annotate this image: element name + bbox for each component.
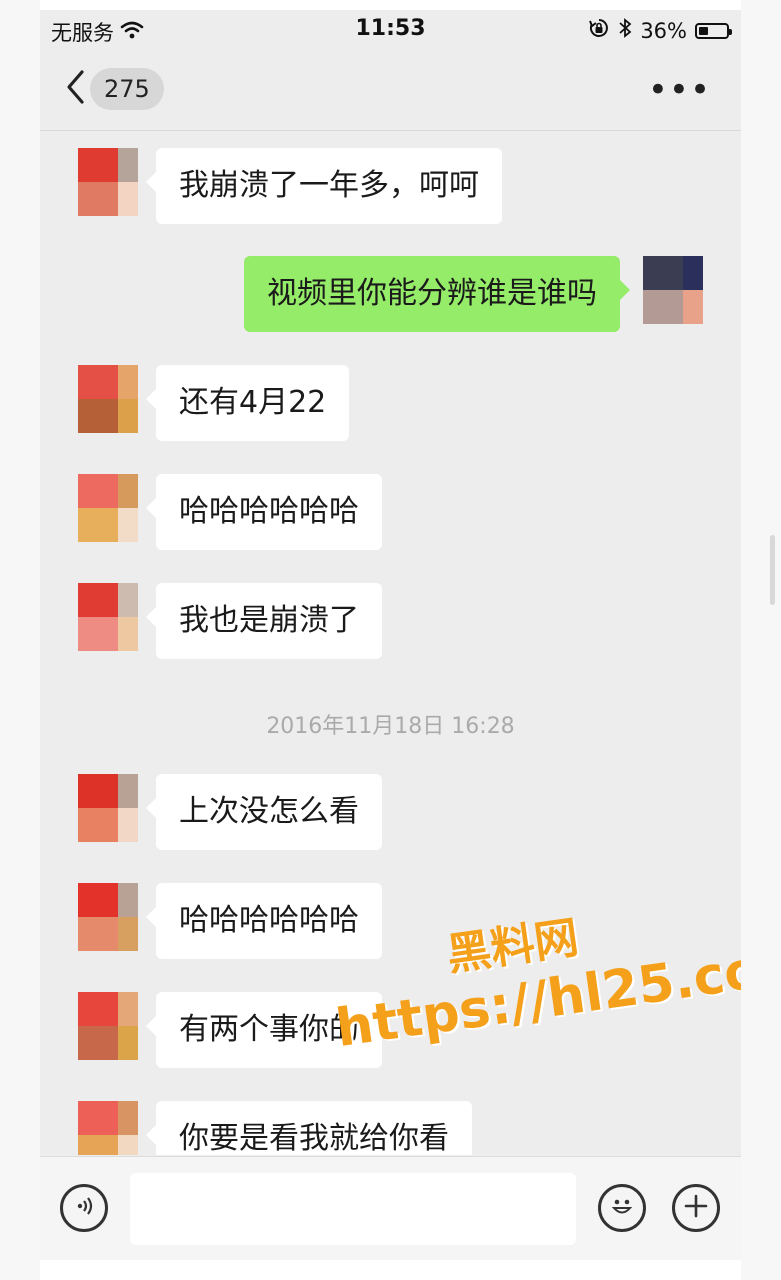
- screenshot-margin-left: [0, 0, 40, 1280]
- voice-icon: [71, 1193, 97, 1223]
- more-options-button[interactable]: •••: [648, 70, 711, 110]
- incoming-message-bubble[interactable]: 有两个事你的: [146, 992, 382, 1068]
- outgoing-message-bubble[interactable]: 视频里你能分辨谁是谁吗: [244, 256, 630, 332]
- incoming-message-bubble[interactable]: 哈哈哈哈哈哈: [146, 474, 382, 550]
- nav-bar: 275 •••: [40, 50, 741, 131]
- chevron-left-icon: [64, 68, 86, 110]
- emoji-button[interactable]: [598, 1184, 646, 1232]
- contact-avatar[interactable]: [78, 883, 138, 951]
- contact-avatar[interactable]: [78, 148, 138, 216]
- battery-icon: [695, 22, 732, 39]
- incoming-message-bubble[interactable]: 还有4月22: [145, 365, 350, 441]
- chat-screen: 无服务 11:53 36% 275 ••• 我崩溃了一年多，呵呵 视频里你能分辨…: [40, 10, 741, 1260]
- watermark: 黑料网 https://hl25.co: [323, 877, 741, 1059]
- battery-percentage: 36%: [640, 18, 687, 43]
- scroll-indicator: [770, 535, 775, 605]
- watermark-url: https://hl25.co: [332, 940, 741, 1060]
- battery-fill: [699, 26, 708, 35]
- battery-nub: [729, 28, 732, 35]
- message-timestamp: 2016年11月18日 16:28: [266, 714, 515, 739]
- status-right: 36%: [588, 17, 732, 44]
- incoming-message-bubble[interactable]: 哈哈哈哈哈哈: [146, 883, 382, 959]
- screenshot-margin-right: [741, 0, 781, 1280]
- bluetooth-icon: [618, 17, 632, 44]
- contact-avatar[interactable]: [78, 992, 138, 1060]
- message-input[interactable]: [130, 1173, 576, 1245]
- rotation-lock-icon: [588, 17, 610, 44]
- incoming-message-bubble[interactable]: 上次没怎么看: [146, 774, 382, 850]
- contact-avatar[interactable]: [78, 583, 138, 651]
- watermark-title: 黑料网: [443, 912, 582, 982]
- contact-avatar[interactable]: [78, 474, 138, 542]
- contact-avatar[interactable]: [78, 365, 138, 433]
- input-bar: [40, 1156, 741, 1260]
- voice-input-button[interactable]: [60, 1184, 108, 1232]
- contact-avatar[interactable]: [78, 1101, 138, 1155]
- incoming-message-bubble[interactable]: 你要是看我就给你看: [146, 1101, 472, 1155]
- more-functions-button[interactable]: [672, 1184, 720, 1232]
- back-button[interactable]: 275: [64, 68, 164, 110]
- incoming-message-bubble[interactable]: 我也是崩溃了: [146, 583, 382, 659]
- unread-count-badge: 275: [90, 68, 164, 110]
- message-list[interactable]: 我崩溃了一年多，呵呵 视频里你能分辨谁是谁吗 还有4月22 哈哈哈哈哈哈 我也是…: [40, 131, 741, 1155]
- incoming-message-bubble[interactable]: 我崩溃了一年多，呵呵: [146, 148, 502, 224]
- my-avatar[interactable]: [643, 256, 703, 324]
- plus-icon: [682, 1192, 710, 1224]
- contact-avatar[interactable]: [78, 774, 138, 842]
- status-bar: 无服务 11:53 36%: [40, 10, 741, 50]
- smiley-icon: [607, 1191, 637, 1225]
